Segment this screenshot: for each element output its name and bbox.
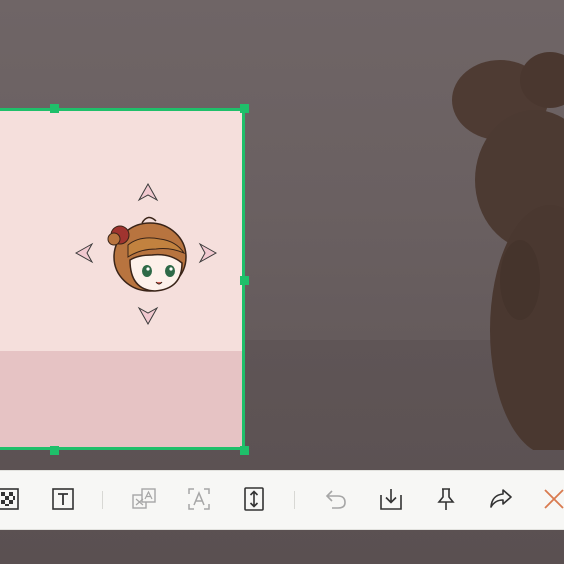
mosaic-button[interactable] xyxy=(0,485,22,513)
move-arrow-up-icon xyxy=(137,182,159,202)
resize-handle-top-middle[interactable] xyxy=(50,104,59,113)
text-button[interactable] xyxy=(49,485,77,513)
resize-handle-bottom-middle[interactable] xyxy=(50,446,59,455)
text-box-icon xyxy=(52,488,74,510)
ocr-text-icon xyxy=(188,488,210,510)
mosaic-icon xyxy=(0,488,19,510)
download-icon xyxy=(380,489,402,510)
pin-button[interactable] xyxy=(432,485,460,513)
translate-button[interactable] xyxy=(130,485,158,513)
translate-icon xyxy=(132,488,156,509)
long-screenshot-button[interactable] xyxy=(240,485,268,513)
resize-handle-bottom-right[interactable] xyxy=(240,446,249,455)
save-button[interactable] xyxy=(377,485,405,513)
pin-icon xyxy=(437,488,455,510)
scroll-capture-icon xyxy=(244,487,264,511)
toolbar-separator xyxy=(102,491,103,509)
undo-button[interactable] xyxy=(322,485,350,513)
resize-handle-middle-right[interactable] xyxy=(240,276,249,285)
close-button[interactable] xyxy=(540,485,564,513)
teddy-bear-image xyxy=(452,52,564,450)
ocr-text-button[interactable] xyxy=(185,485,213,513)
chibi-character-cursor-icon xyxy=(107,216,187,292)
undo-icon xyxy=(325,490,346,509)
move-arrow-left-icon xyxy=(74,242,94,264)
resize-handle-top-right[interactable] xyxy=(240,104,249,113)
share-icon xyxy=(490,489,512,508)
close-icon xyxy=(544,489,564,509)
screenshot-toolbar xyxy=(0,470,564,530)
selection-floor-area xyxy=(0,351,242,447)
share-button[interactable] xyxy=(487,485,515,513)
toolbar-separator xyxy=(294,491,295,509)
move-arrow-down-icon xyxy=(137,306,159,326)
move-arrow-right-icon xyxy=(198,242,218,264)
